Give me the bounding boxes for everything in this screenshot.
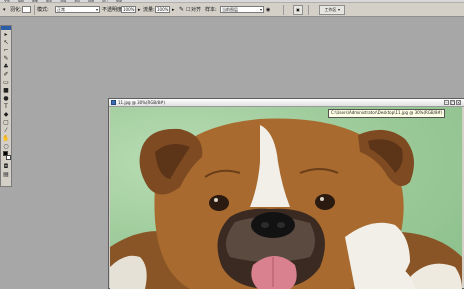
flow-arrow-icon[interactable]: ▸ (172, 6, 175, 14)
color-swatches (1, 150, 11, 162)
sample-select[interactable]: 当前图层 (220, 6, 264, 13)
document-title: 11.jpg @ 30%(RGB/8#) (118, 100, 165, 105)
separator (308, 5, 309, 15)
menu-item[interactable]: 视图 (88, 0, 94, 2)
document-titlebar[interactable]: 11.jpg @ 30%(RGB/8#) – □ × (109, 99, 464, 107)
bulldog-nose (251, 212, 295, 238)
airbrush-icon[interactable]: ✎ (179, 6, 184, 14)
brush-tool-icon[interactable]: ✎ (1, 55, 11, 62)
mode-value: 正常 (57, 7, 65, 12)
mode-label: 模式: (37, 7, 49, 13)
opacity-input[interactable]: 100% (121, 6, 136, 13)
zoom-tool-icon[interactable]: ○ (1, 143, 11, 150)
document-path-tooltip: C:\Users\Administrator\Desktop\11.jpg @ … (328, 109, 446, 118)
shape-tool-icon[interactable]: ▢ (1, 119, 11, 126)
palette-well-icon[interactable]: ▣ (293, 5, 303, 15)
gradient-tool-icon[interactable]: ■ (1, 87, 11, 94)
tool-preset-icon[interactable]: ▾ (3, 6, 6, 14)
flow-input[interactable]: 100% (155, 6, 170, 13)
crop-tool-icon[interactable]: ⌐ (1, 47, 11, 54)
bulldog-left-eye (209, 195, 229, 211)
menu-item[interactable]: 图像 (32, 0, 38, 2)
eyedropper-tool-icon[interactable]: ⁄ (1, 127, 11, 134)
document-window: 11.jpg @ 30%(RGB/8#) – □ × (108, 98, 464, 289)
quick-mask-icon[interactable]: ◘ (1, 163, 11, 170)
move-tool-icon[interactable]: ▸ (1, 31, 11, 38)
toolbox: ▸ ↖ ⌐ ✎ ♣ ✐ ▭ ■ ● T ◆ ▢ ⁄ ✋ ○ ◘ ▤ (0, 25, 12, 187)
bulldog-right-eye (315, 194, 335, 210)
flow-label: 流量: (143, 7, 155, 13)
feather-input[interactable] (22, 6, 31, 13)
close-button[interactable]: × (456, 100, 461, 105)
separator (34, 5, 35, 15)
menu-item[interactable]: 编辑 (18, 0, 24, 2)
menu-item[interactable]: 帮助 (116, 0, 122, 2)
ignore-adjustment-icon[interactable]: ◉ (266, 6, 270, 14)
opacity-arrow-icon[interactable]: ▸ (138, 6, 141, 14)
maximize-button[interactable]: □ (450, 100, 455, 105)
history-brush-icon[interactable]: ✐ (1, 71, 11, 78)
feather-label: 羽化: (10, 7, 22, 13)
dodge-tool-icon[interactable]: ● (1, 95, 11, 102)
stamp-tool-icon[interactable]: ♣ (1, 63, 11, 70)
text-tool-icon[interactable]: T (1, 103, 11, 110)
menu-item[interactable]: 窗口 (102, 0, 108, 2)
menu-item[interactable]: 图层 (46, 0, 52, 2)
chevron-down-icon (260, 9, 262, 11)
pen-tool-icon[interactable]: ◆ (1, 111, 11, 118)
align-checkbox[interactable]: ☐ (186, 6, 190, 14)
mode-select[interactable]: 正常 (55, 6, 100, 13)
workspace-label: 工作区 (324, 7, 337, 12)
workspace-button[interactable]: 工作区 (319, 5, 345, 15)
lasso-tool-icon[interactable]: ↖ (1, 39, 11, 46)
chevron-down-icon (96, 9, 98, 11)
align-label: 对齐 (191, 7, 202, 13)
options-bar: ▾ 羽化: 模式: 正常 不透明度: 100% ▸ 流量: 100% ▸ ✎ ☐… (0, 3, 464, 17)
sample-label: 样本: (205, 7, 217, 13)
minimize-button[interactable]: – (444, 100, 449, 105)
document-icon (111, 100, 116, 105)
separator (283, 5, 284, 15)
window-controls: – □ × (444, 100, 461, 105)
image-canvas[interactable] (110, 107, 462, 289)
menu-item[interactable]: 文件 (4, 0, 10, 2)
sample-value: 当前图层 (222, 7, 238, 12)
bulldog-photo (110, 118, 462, 289)
menu-item[interactable]: 选择 (60, 0, 66, 2)
menu-item[interactable]: 滤镜 (74, 0, 80, 2)
toolbox-header[interactable] (1, 26, 11, 30)
hand-tool-icon[interactable]: ✋ (1, 135, 11, 142)
screen-mode-icon[interactable]: ▤ (1, 171, 11, 178)
chevron-down-icon (337, 9, 340, 11)
background-color-swatch[interactable] (6, 155, 11, 160)
eraser-tool-icon[interactable]: ▭ (1, 79, 11, 86)
